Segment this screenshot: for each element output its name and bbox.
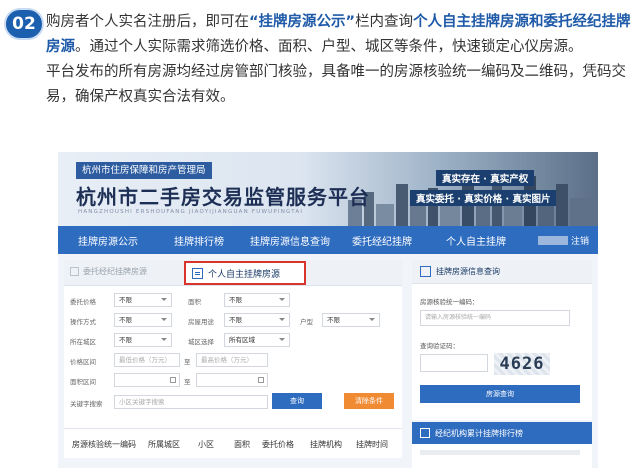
ranking-row bbox=[420, 450, 580, 455]
chevron-down-icon bbox=[161, 298, 167, 301]
step-number-badge: 02 bbox=[4, 8, 44, 40]
intro-highlight-listing-notice: “挂牌房源公示” bbox=[249, 14, 356, 30]
main-nav: 挂牌房源公示 挂牌排行榜 挂牌房源信息查询 委托经纪挂牌 个人自主挂牌 注销 bbox=[58, 226, 598, 254]
user-area: 注销 bbox=[538, 234, 589, 247]
org-name-tag: 杭州市住房保障和房产管理局 bbox=[76, 162, 212, 179]
slogan-line-1: 真实存在 · 真实产权 bbox=[436, 170, 535, 186]
col-header-price: 委托价格 bbox=[262, 440, 294, 449]
intro-text-c: 。通过个人实际需求筛选价格、面积、户型、城区等条件，快速锁定心仪房源。 bbox=[75, 39, 583, 55]
verify-code-label: 房源核验统一编码： bbox=[420, 298, 479, 306]
logout-link[interactable]: 注销 bbox=[571, 234, 589, 247]
house-use-select[interactable]: 不限 bbox=[224, 313, 290, 327]
district-label: 所在城区 bbox=[70, 338, 96, 346]
chevron-down-icon bbox=[279, 298, 285, 301]
price-range-label: 价格区间 bbox=[70, 358, 96, 366]
district-select[interactable]: 不限 bbox=[114, 333, 172, 347]
slogan-line-2: 真实委托 · 真实价格 · 真实图片 bbox=[410, 190, 557, 206]
chevron-down-icon bbox=[161, 318, 167, 321]
reset-button[interactable]: 清除条件 bbox=[344, 393, 394, 409]
col-header-time: 挂牌时间 bbox=[356, 440, 388, 449]
area-select[interactable]: 不限 bbox=[224, 293, 290, 307]
keyword-input[interactable]: 小区关键字搜索 bbox=[114, 395, 268, 409]
nav-item-listing-query[interactable]: 挂牌房源信息查询 bbox=[240, 233, 340, 248]
tab-agent-listings[interactable]: 委托经纪挂牌房源 bbox=[70, 266, 147, 277]
tab-self-label: 个人自主挂牌房源 bbox=[208, 269, 281, 280]
house-icon bbox=[70, 267, 79, 276]
document-icon bbox=[420, 266, 431, 277]
intro-text-b: 栏内查询 bbox=[355, 14, 414, 30]
captcha-image[interactable]: 4626 bbox=[494, 353, 550, 375]
chevron-down-icon bbox=[369, 318, 375, 321]
nav-item-ranking[interactable]: 挂牌排行榜 bbox=[164, 233, 234, 248]
calendar-icon bbox=[258, 377, 264, 383]
platform-pinyin: HANGZHOUSHI ERSHOUFANG JIAOYIJIANGUAN FU… bbox=[78, 209, 304, 215]
col-header-community: 小区 bbox=[198, 440, 214, 449]
min-price-input[interactable]: 最低价格（万元） bbox=[114, 353, 180, 367]
filter-row-method: 操作方式 不限 房屋用途 不限 户型 不限 bbox=[64, 312, 402, 328]
area-to-label: 至 bbox=[184, 378, 191, 386]
keyword-label: 关键字搜索 bbox=[70, 400, 103, 408]
query-button[interactable]: 查询 bbox=[272, 393, 322, 409]
intro-paragraph-2: 平台发布的所有房源均经过房管部门核验，具备唯一的房源核验统一编码及二维码，凭码交… bbox=[46, 64, 626, 105]
col-header-agency: 挂牌机构 bbox=[310, 440, 342, 449]
verify-panel-title: 挂牌房源信息查询 bbox=[436, 267, 500, 276]
intro-text: 购房者个人实名注册后，即可在“挂牌房源公示”栏内查询个人自主挂牌房源和委托经纪挂… bbox=[46, 10, 636, 110]
results-table-header: 房源核验统一编码 所属城区 小区 面积 委托价格 挂牌机构 挂牌时间 bbox=[64, 428, 402, 458]
max-price-input[interactable]: 最高价格（万元） bbox=[196, 353, 268, 367]
col-header-area: 面积 bbox=[234, 440, 250, 449]
house-use-label: 房屋用途 bbox=[188, 318, 214, 326]
verify-code-input[interactable]: 请输入房源核验统一编码 bbox=[420, 310, 570, 326]
max-area-input[interactable] bbox=[196, 373, 268, 387]
area-label: 面积 bbox=[188, 298, 201, 306]
platform-screenshot: 杭州市住房保障和房产管理局 杭州市二手房交易监管服务平台 HANGZHOUSHI… bbox=[58, 152, 598, 468]
listing-query-button[interactable]: 房源查询 bbox=[420, 385, 580, 403]
ranking-header: 经纪机构累计挂牌排行榜 bbox=[412, 422, 592, 444]
min-area-input[interactable] bbox=[114, 373, 180, 387]
chevron-down-icon bbox=[279, 318, 285, 321]
filter-row-district: 所在城区 不限 城区选择 所有区域 bbox=[64, 332, 402, 348]
intro-paragraph-1: 购房者个人实名注册后，即可在“挂牌房源公示”栏内查询个人自主挂牌房源和委托经纪挂… bbox=[46, 10, 636, 60]
search-tabs: 委托经纪挂牌房源 个人自主挂牌房源 bbox=[64, 260, 402, 286]
layout-label: 户型 bbox=[300, 318, 313, 326]
region-label: 城区选择 bbox=[188, 338, 214, 346]
tab-self-listings[interactable]: 个人自主挂牌房源 bbox=[184, 261, 306, 285]
document-icon bbox=[192, 267, 203, 279]
col-header-code: 房源核验统一编码 bbox=[72, 440, 136, 449]
price-label: 委托价格 bbox=[70, 298, 96, 306]
captcha-input[interactable] bbox=[420, 354, 488, 372]
chevron-down-icon bbox=[279, 338, 285, 341]
page: 02 购房者个人实名注册后，即可在“挂牌房源公示”栏内查询个人自主挂牌房源和委托… bbox=[0, 0, 640, 468]
deal-method-select[interactable]: 不限 bbox=[114, 313, 172, 327]
region-select[interactable]: 所有区域 bbox=[224, 333, 290, 347]
filter-row-price: 委托价格 不限 面积 不限 bbox=[64, 292, 402, 308]
verify-panel-header: 挂牌房源信息查询 bbox=[412, 260, 592, 284]
nav-item-listing-notice[interactable]: 挂牌房源公示 bbox=[68, 233, 148, 248]
ranking-title: 经纪机构累计挂牌排行榜 bbox=[435, 428, 523, 438]
chevron-down-icon bbox=[161, 338, 167, 341]
tab-agent-label: 委托经纪挂牌房源 bbox=[83, 267, 147, 276]
calendar-icon bbox=[170, 377, 176, 383]
area-range-label: 面积区间 bbox=[70, 378, 96, 386]
blurred-username bbox=[538, 235, 568, 245]
filter-row-ranges: 价格区间 最低价格（万元） 至 最高价格（万元） bbox=[64, 352, 402, 368]
intro-text-a: 购房者个人实名注册后，即可在 bbox=[46, 14, 249, 30]
price-select[interactable]: 不限 bbox=[114, 293, 172, 307]
price-to-label: 至 bbox=[184, 358, 191, 366]
agency-ranking-panel: 经纪机构累计挂牌排行榜 bbox=[412, 422, 592, 468]
platform-title: 杭州市二手房交易监管服务平台 bbox=[76, 185, 370, 209]
deal-method-label: 操作方式 bbox=[70, 318, 96, 326]
captcha-label: 查询验证码： bbox=[420, 342, 459, 350]
nav-item-self-listing[interactable]: 个人自主挂牌 bbox=[436, 233, 516, 248]
col-header-district: 所属城区 bbox=[148, 440, 180, 449]
filter-row-area-range: 面积区间 至 bbox=[64, 372, 402, 388]
list-icon bbox=[420, 428, 430, 438]
listing-verify-panel: 挂牌房源信息查询 房源核验统一编码： 请输入房源核验统一编码 查询验证码： 46… bbox=[412, 260, 592, 420]
platform-banner: 杭州市住房保障和房产管理局 杭州市二手房交易监管服务平台 HANGZHOUSHI… bbox=[58, 152, 598, 226]
layout-select[interactable]: 不限 bbox=[322, 313, 380, 327]
nav-item-agent-listing[interactable]: 委托经纪挂牌 bbox=[342, 233, 422, 248]
